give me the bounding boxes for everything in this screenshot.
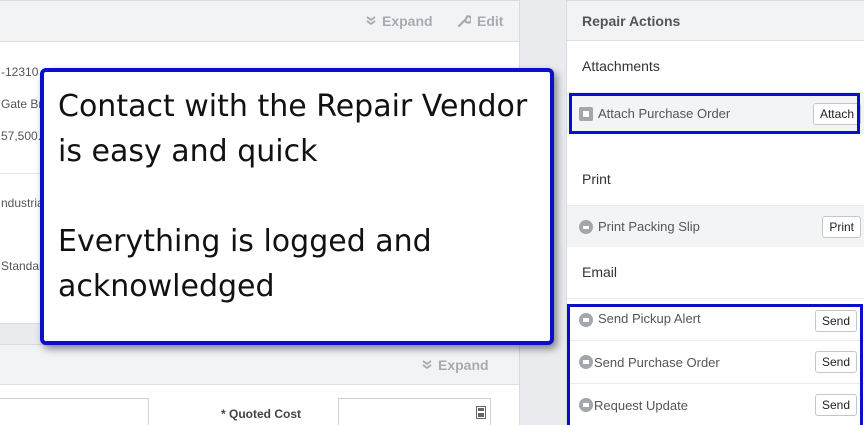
edit-button[interactable]: Edit — [457, 13, 503, 29]
quote-panel: Expand * Quoted Cost — [0, 344, 520, 425]
callout-box: Contact with the Repair Vendor is easy a… — [40, 68, 554, 345]
detail-panel-header: Expand Edit — [0, 1, 519, 42]
print-packing-slip-label: Print Packing Slip — [598, 219, 700, 234]
callout-line: Contact with the Repair Vendor — [58, 89, 528, 124]
field-fragment: Gate Br — [1, 97, 43, 111]
repair-actions-title: Repair Actions — [567, 1, 864, 41]
expand-button[interactable]: Expand — [422, 357, 489, 373]
wrench-icon — [457, 15, 471, 28]
text-input[interactable] — [0, 398, 149, 425]
quoted-cost-input[interactable] — [338, 398, 491, 425]
field-fragment: Standar — [1, 259, 44, 273]
double-chevron-icon — [366, 16, 376, 26]
printer-icon — [579, 219, 593, 234]
email-highlight — [567, 304, 863, 425]
field-fragment: -12310 — [1, 65, 39, 79]
calculator-icon — [476, 406, 486, 419]
email-heading: Email — [582, 264, 618, 280]
attachments-heading: Attachments — [582, 58, 660, 74]
attachments-highlight — [569, 93, 860, 134]
print-packing-slip-row: Print Packing Slip Print — [567, 205, 864, 247]
callout-line: is easy and quick — [58, 134, 318, 169]
double-chevron-icon — [422, 360, 432, 370]
quoted-cost-label: * Quoted Cost — [221, 407, 302, 421]
callout-line: acknowledged — [58, 269, 275, 304]
field-fragment: ndustria — [1, 196, 44, 210]
expand-button[interactable]: Expand — [366, 13, 433, 29]
callout-line: Everything is logged and — [58, 224, 432, 259]
print-heading: Print — [582, 171, 611, 187]
print-button[interactable]: Print — [822, 215, 861, 238]
expand-label: Expand — [382, 13, 433, 29]
expand-label: Expand — [438, 357, 489, 373]
edit-label: Edit — [477, 13, 504, 29]
quote-panel-header: Expand — [0, 345, 519, 385]
